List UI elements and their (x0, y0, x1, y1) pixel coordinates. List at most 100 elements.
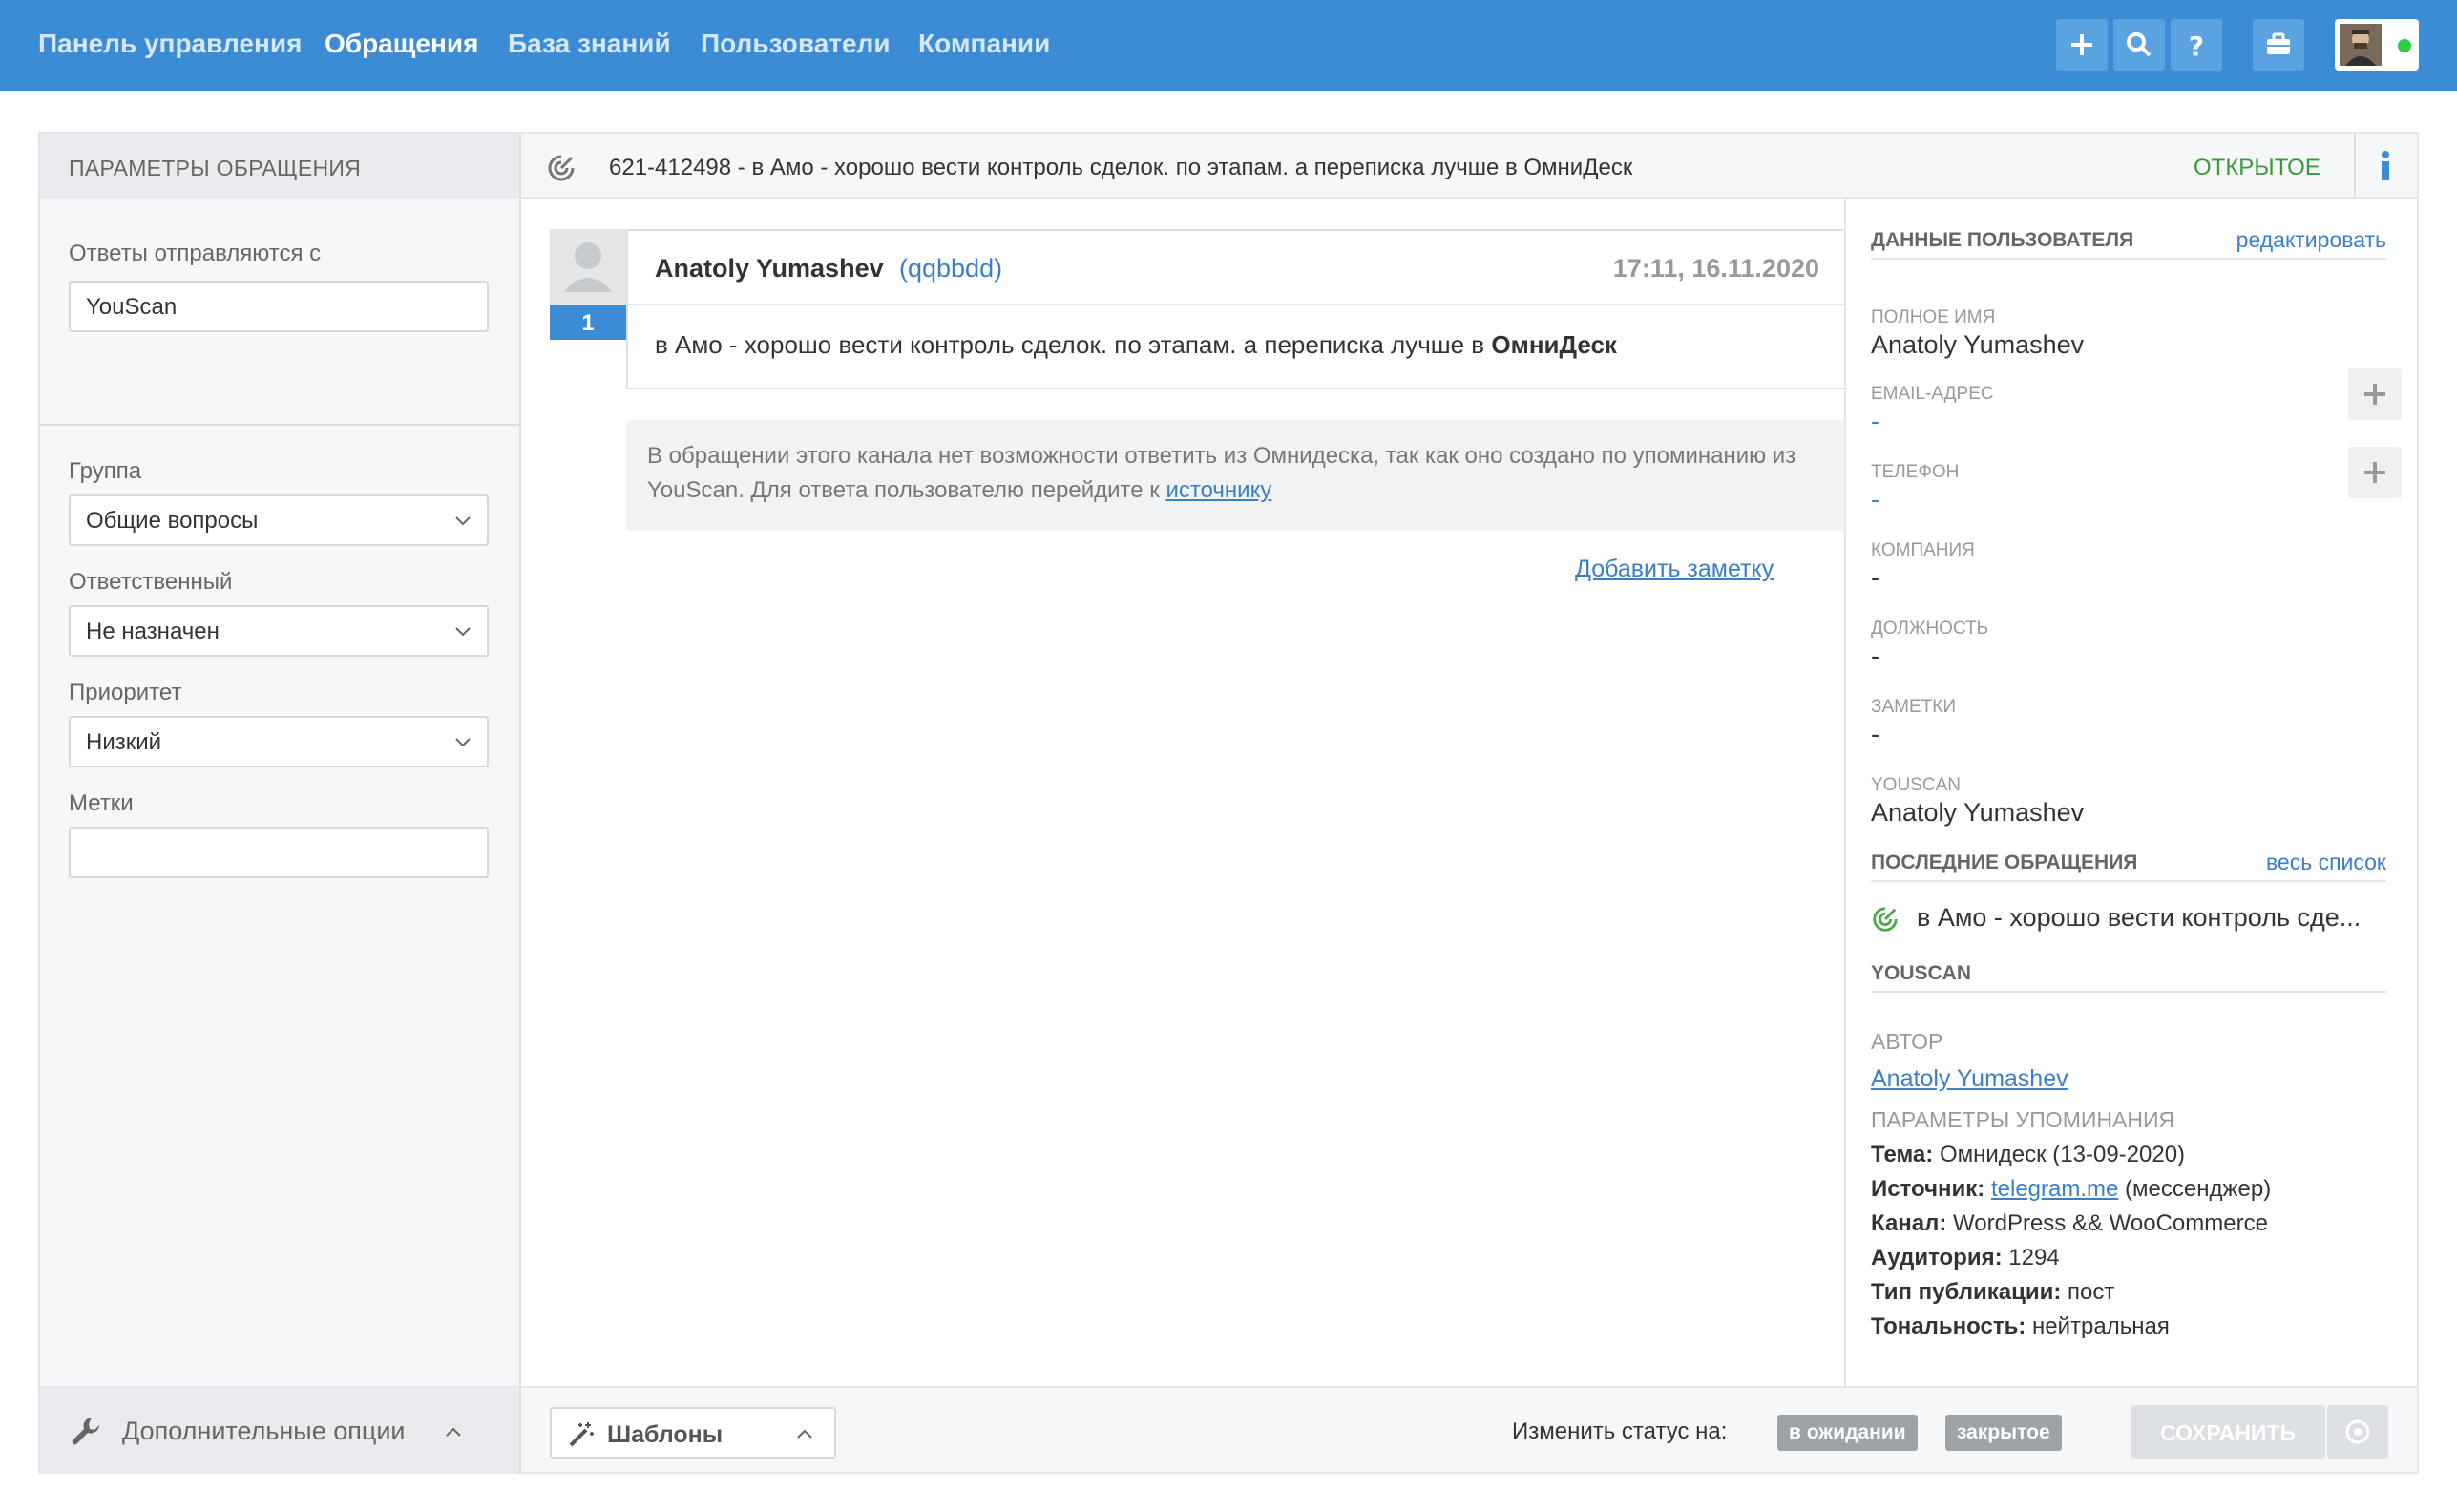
message-header: Anatoly Yumashev (qqbbdd) 17:11, 16.11.2… (628, 231, 1848, 305)
mention-topic: Тема: Омнидеск (13-09-2020) (1871, 1142, 2185, 1168)
wrench-icon (72, 1418, 99, 1445)
youscan-value: Anatoly Yumashev (1871, 798, 2085, 827)
user-data-section: ДАННЫЕ ПОЛЬЗОВАТЕЛЯ редактировать (1871, 225, 2386, 260)
reply-from-value: YouScan (86, 294, 178, 320)
params-header: ПАРАМЕТРЫ ОБРАЩЕНИЯ (40, 134, 521, 199)
search-icon (2127, 32, 2152, 57)
plus-icon (2071, 34, 2092, 55)
reply-from-field[interactable]: YouScan (69, 281, 489, 332)
edit-user-link[interactable]: редактировать (2236, 227, 2386, 253)
source-type: (мессенджер) (2125, 1176, 2272, 1202)
message-handle[interactable]: (qqbbdd) (899, 254, 1002, 284)
priority-value: Низкий (86, 729, 162, 755)
change-status-label: Изменить статус на: (1512, 1418, 1728, 1444)
tags-label: Метки (69, 790, 134, 816)
mention-pubtype: Тип публикации: пост (1871, 1279, 2114, 1306)
source-link[interactable]: источнику (1166, 477, 1271, 503)
assignee-select[interactable]: Не назначен (69, 605, 489, 657)
message-time: 17:11, 16.11.2020 (1612, 254, 1819, 283)
online-indicator (2398, 39, 2411, 52)
case-status: ОТКРЫТОЕ (2194, 155, 2320, 180)
author-link[interactable]: Anatoly Yumashev (1871, 1065, 2068, 1093)
group-label: Группа (69, 458, 142, 484)
mention-source: Источник: telegram.me (мессенджер) (1871, 1176, 2271, 1203)
svg-text:?: ? (2189, 31, 2204, 59)
briefcase-button[interactable] (2253, 19, 2304, 71)
group-value: Общие вопросы (86, 508, 259, 534)
phone-value[interactable]: - (1871, 485, 1880, 514)
message-author: Anatoly Yumashev (655, 254, 884, 283)
fullname-value: Anatoly Yumashev (1871, 330, 2085, 359)
info-icon[interactable] (2371, 149, 2400, 183)
recent-case-title: в Амо - хорошо вести контроль сде... (1917, 903, 2362, 932)
params-title: ПАРАМЕТРЫ ОБРАЩЕНИЯ (69, 156, 362, 180)
mention-params-label: ПАРАМЕТРЫ УПОМИНАНИЯ (1871, 1107, 2175, 1132)
notes-value: - (1871, 720, 1880, 748)
chevron-down-icon (455, 627, 471, 637)
status-pending-button[interactable]: в ожидании (1777, 1415, 1918, 1451)
assignee-value: Не назначен (86, 619, 220, 644)
nav-dashboard[interactable]: Панель управления (38, 29, 302, 59)
search-button[interactable] (2113, 19, 2165, 71)
magic-wand-icon (569, 1422, 594, 1447)
group-select[interactable]: Общие вопросы (69, 494, 489, 546)
chevron-down-icon (455, 516, 471, 526)
plus-icon (2364, 462, 2385, 483)
mention-tone: Тональность: нейтральная (1871, 1313, 2170, 1340)
channel-notice: В обращении этого канала нет возможности… (626, 420, 1850, 531)
priority-select[interactable]: Низкий (69, 716, 489, 767)
message-text: в Амо - хорошо вести контроль сделок. по… (655, 330, 1492, 359)
audience-value: 1294 (2008, 1245, 2060, 1270)
youscan-channel-icon (548, 155, 575, 181)
source-key: Источник: (1871, 1176, 1985, 1202)
assignee-label: Ответственный (69, 569, 233, 595)
chevron-down-icon (455, 738, 471, 747)
templates-button[interactable]: Шаблоны (550, 1407, 836, 1459)
recent-cases-title: ПОСЛЕДНИЕ ОБРАЩЕНИЯ (1871, 851, 2138, 873)
create-button[interactable] (2056, 19, 2108, 71)
more-options-toggle[interactable]: Дополнительные опции (40, 1388, 521, 1474)
status-closed-button[interactable]: закрытое (1945, 1415, 2062, 1451)
company-label: КОМПАНИЯ (1871, 540, 1975, 560)
all-cases-link[interactable]: весь список (2266, 850, 2386, 875)
add-email-button[interactable] (2348, 368, 2402, 420)
case-parameters: Ответы отправляются с YouScan Группа Общ… (40, 199, 521, 1386)
message-avatar (550, 229, 626, 305)
chevron-up-icon (797, 1429, 812, 1438)
nav-knowledge-base[interactable]: База знаний (508, 29, 671, 59)
add-phone-button[interactable] (2348, 447, 2402, 498)
priority-label: Приоритет (69, 680, 182, 705)
pubtype-value: пост (2068, 1279, 2115, 1305)
add-note-link[interactable]: Добавить заметку (1575, 556, 1774, 583)
email-value[interactable]: - (1871, 407, 1880, 436)
help-icon: ? (2189, 31, 2204, 59)
phone-label: ТЕЛЕФОН (1871, 462, 1960, 482)
briefcase-icon (2267, 32, 2290, 54)
channel-key: Канал: (1871, 1210, 1947, 1236)
user-sidebar: ДАННЫЕ ПОЛЬЗОВАТЕЛЯ редактировать ПОЛНОЕ… (1844, 199, 2417, 1386)
tags-input[interactable] (69, 827, 489, 878)
help-button[interactable]: ? (2171, 19, 2222, 71)
case-subject: 621-412498 - в Амо - хорошо вести контро… (609, 155, 1633, 180)
fullname-label: ПОЛНОЕ ИМЯ (1871, 307, 1996, 327)
save-options-button[interactable] (2327, 1405, 2388, 1459)
reply-from-label: Ответы отправляются с (69, 241, 322, 266)
chevron-up-icon (446, 1427, 461, 1437)
youscan-section-title: YOUSCAN (1871, 962, 1972, 984)
recent-cases-section: ПОСЛЕДНИЕ ОБРАЩЕНИЯ весь список (1871, 848, 2386, 882)
tone-key: Тональность: (1871, 1313, 2026, 1339)
save-button[interactable]: СОХРАНИТЬ (2131, 1405, 2325, 1459)
case-panel: ПАРАМЕТРЫ ОБРАЩЕНИЯ 621-412498 - в Амо -… (38, 132, 2419, 1474)
tone-value: нейтральная (2032, 1313, 2170, 1339)
youscan-channel-icon (1873, 907, 1898, 932)
source-url-link[interactable]: telegram.me (1991, 1176, 2118, 1202)
pubtype-key: Тип публикации: (1871, 1279, 2062, 1305)
author-label: АВТОР (1871, 1029, 1943, 1054)
user-menu[interactable] (2335, 19, 2419, 71)
notes-label: ЗАМЕТКИ (1871, 697, 1956, 717)
position-value: - (1871, 641, 1880, 670)
header-divider (2354, 134, 2356, 199)
nav-users[interactable]: Пользователи (701, 29, 891, 59)
nav-companies[interactable]: Компании (918, 29, 1050, 59)
nav-cases[interactable]: Обращения (325, 29, 478, 59)
